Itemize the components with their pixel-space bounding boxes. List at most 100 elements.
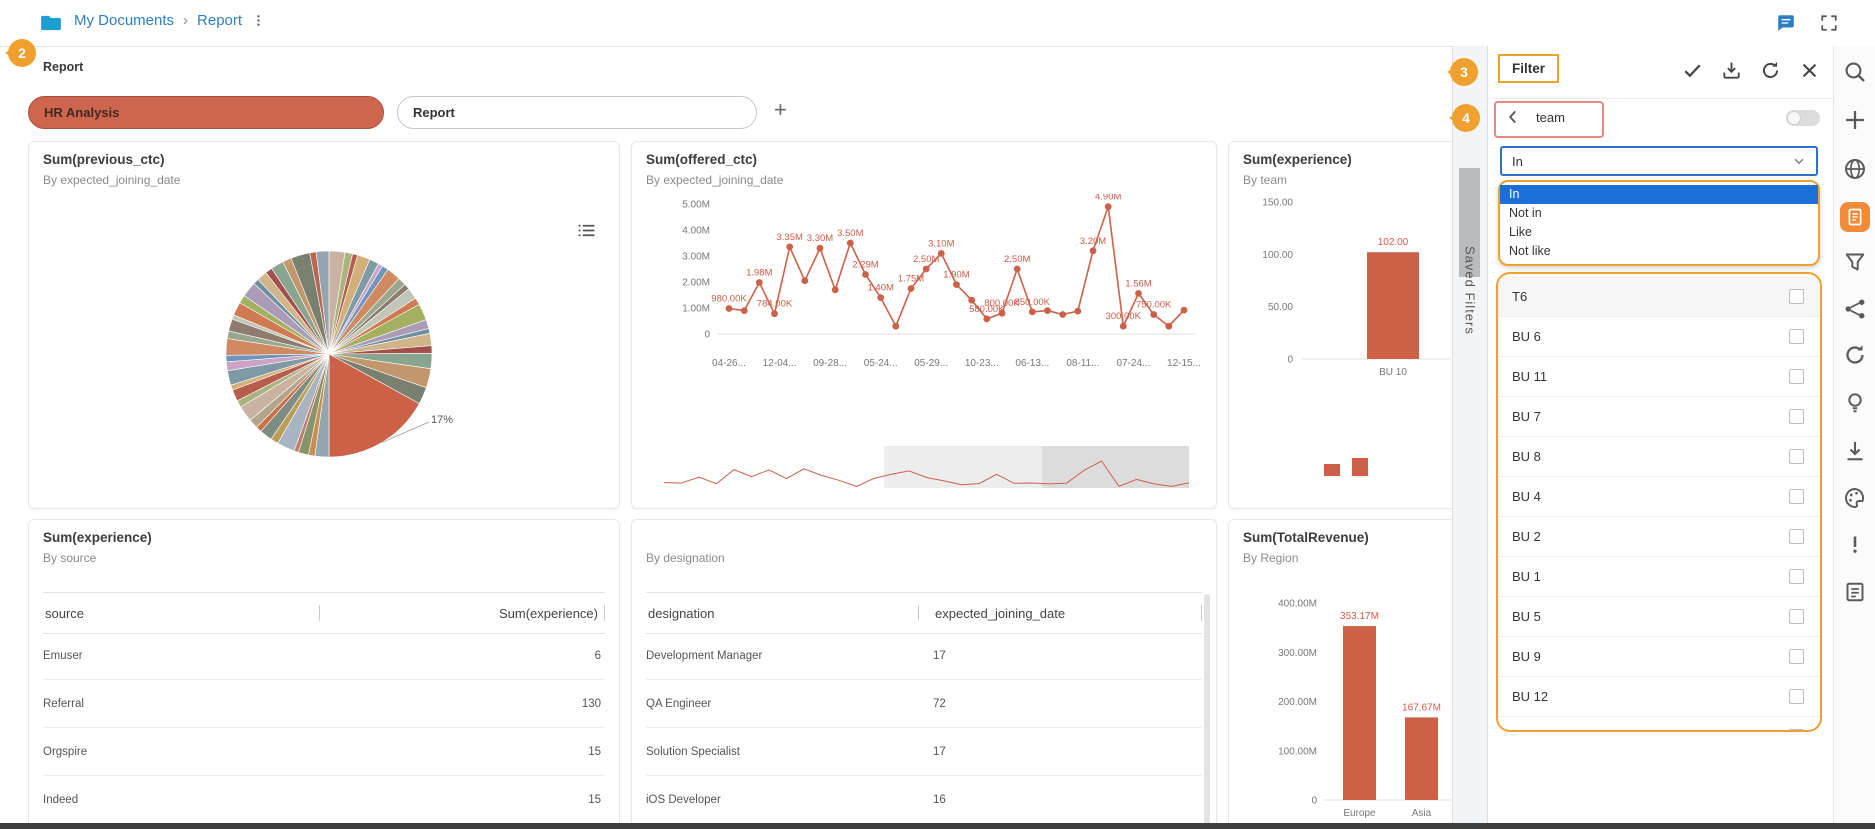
explore-icon[interactable] bbox=[1843, 157, 1867, 181]
operator-option[interactable]: Not like bbox=[1500, 242, 1818, 261]
bar-chart: 400.00M300.00M200.00M100.00M0353.17MEuro… bbox=[1229, 536, 1451, 829]
checkbox[interactable] bbox=[1789, 729, 1804, 732]
breadcrumb-separator: › bbox=[183, 12, 188, 29]
checkbox[interactable] bbox=[1789, 609, 1804, 624]
breadcrumb-report[interactable]: Report bbox=[197, 12, 242, 29]
filter-value-label: T6 bbox=[1512, 289, 1527, 304]
table-row: Solution Specialist17 bbox=[646, 728, 1202, 776]
comments-icon[interactable] bbox=[1843, 580, 1867, 604]
filter-value-row[interactable]: BU 8 bbox=[1498, 437, 1820, 477]
checkbox[interactable] bbox=[1789, 409, 1804, 424]
chart-range-scrollbar[interactable] bbox=[644, 442, 1206, 494]
checkbox[interactable] bbox=[1789, 689, 1804, 704]
filter-toggle[interactable] bbox=[1786, 110, 1820, 126]
filter-value-row[interactable]: BU 4 bbox=[1498, 477, 1820, 517]
svg-text:3.00M: 3.00M bbox=[682, 252, 710, 263]
filter-panel-actions bbox=[1682, 60, 1820, 81]
svg-text:2.50M: 2.50M bbox=[1004, 254, 1030, 265]
checkbox[interactable] bbox=[1789, 449, 1804, 464]
top-bar: My Documents › Report bbox=[0, 0, 1875, 47]
table-scrollbar[interactable] bbox=[1204, 594, 1210, 829]
checkbox[interactable] bbox=[1789, 649, 1804, 664]
alerts-icon[interactable] bbox=[1843, 532, 1867, 556]
more-options-icon[interactable] bbox=[251, 13, 266, 28]
add-icon[interactable] bbox=[1843, 108, 1867, 132]
card-title: Sum(offered_ctc) bbox=[646, 152, 757, 167]
breadcrumb-my-documents[interactable]: My Documents bbox=[74, 12, 174, 29]
filter-value-row[interactable]: BU 6 bbox=[1498, 317, 1820, 357]
card-title: Sum(experience) bbox=[43, 530, 152, 545]
export-icon[interactable] bbox=[1843, 439, 1867, 463]
svg-text:12-04...: 12-04... bbox=[763, 358, 797, 369]
filter-value-row[interactable]: BU 7 bbox=[1498, 397, 1820, 437]
legend-list-icon[interactable] bbox=[577, 222, 597, 239]
theme-icon[interactable] bbox=[1843, 486, 1867, 510]
confirm-icon[interactable] bbox=[1682, 60, 1703, 81]
card-subtitle: By expected_joining_date bbox=[646, 173, 783, 187]
column-header-source: source bbox=[43, 606, 319, 621]
svg-text:4.00M: 4.00M bbox=[682, 226, 710, 237]
checkbox[interactable] bbox=[1789, 369, 1804, 384]
annotation-badge-2: 2 bbox=[8, 39, 36, 67]
save-icon[interactable] bbox=[1721, 60, 1742, 81]
card-by-designation-table: By designation designation expected_join… bbox=[631, 519, 1217, 829]
folder-icon bbox=[40, 14, 62, 32]
checkbox[interactable] bbox=[1789, 569, 1804, 584]
filter-value-label: BU 5 bbox=[1512, 609, 1541, 624]
svg-text:50.00: 50.00 bbox=[1268, 302, 1293, 313]
svg-text:784.00K: 784.00K bbox=[757, 299, 793, 310]
tab-report[interactable]: Report bbox=[397, 96, 757, 129]
report-icon[interactable] bbox=[1840, 202, 1870, 232]
filter-value-row[interactable]: BU 2 bbox=[1498, 517, 1820, 557]
svg-text:1.40M: 1.40M bbox=[867, 283, 893, 294]
operator-option[interactable]: Not in bbox=[1500, 204, 1818, 223]
filter-value-row[interactable]: BU 12 bbox=[1498, 677, 1820, 717]
svg-text:05-29...: 05-29... bbox=[914, 358, 948, 369]
operator-select[interactable]: In bbox=[1500, 146, 1818, 176]
svg-text:167.67M: 167.67M bbox=[1402, 702, 1441, 713]
checkbox[interactable] bbox=[1789, 289, 1804, 304]
filter-value-row[interactable]: BU 11 bbox=[1498, 357, 1820, 397]
filter-panel-header: Filter bbox=[1488, 46, 1833, 99]
card-title: Sum(experience) bbox=[1243, 152, 1352, 167]
table-row: QA Engineer72 bbox=[646, 680, 1202, 728]
checkbox[interactable] bbox=[1789, 329, 1804, 344]
tab-hr-analysis[interactable]: HR Analysis bbox=[28, 96, 384, 129]
add-tab-button[interactable]: + bbox=[774, 97, 787, 123]
share-icon[interactable] bbox=[1843, 297, 1867, 321]
checkbox[interactable] bbox=[1789, 489, 1804, 504]
svg-text:1.56M: 1.56M bbox=[1125, 278, 1151, 289]
filter-value-label: BU 7 bbox=[1512, 409, 1541, 424]
insights-icon[interactable] bbox=[1843, 391, 1867, 415]
refresh-icon[interactable] bbox=[1760, 60, 1781, 81]
search-icon[interactable] bbox=[1843, 60, 1867, 84]
annotation-badge-4: 4 bbox=[1452, 104, 1480, 132]
operator-option[interactable]: Like bbox=[1500, 223, 1818, 242]
checkbox[interactable] bbox=[1789, 529, 1804, 544]
table-row: Referral130 bbox=[43, 680, 605, 728]
card-subtitle: By source bbox=[43, 551, 96, 565]
filter-value-row[interactable]: BU 13 bbox=[1498, 717, 1820, 732]
filter-value-row[interactable]: BU 9 bbox=[1498, 637, 1820, 677]
operator-option[interactable]: In bbox=[1500, 185, 1818, 204]
close-icon[interactable] bbox=[1799, 60, 1820, 81]
column-header-expected-joining-date: expected_joining_date bbox=[919, 606, 1201, 621]
comments-icon[interactable] bbox=[1776, 13, 1796, 33]
svg-text:0: 0 bbox=[1287, 355, 1293, 366]
svg-text:05-24...: 05-24... bbox=[864, 358, 898, 369]
side-icon-rail bbox=[1833, 46, 1875, 829]
saved-filters-tab[interactable]: Saved Filters bbox=[1452, 46, 1488, 829]
svg-text:09-28...: 09-28... bbox=[813, 358, 847, 369]
svg-text:0: 0 bbox=[704, 330, 710, 341]
filter-value-label: BU 11 bbox=[1512, 369, 1547, 384]
table-row: Emuser6 bbox=[43, 632, 605, 680]
sync-icon[interactable] bbox=[1843, 343, 1867, 367]
card-experience-by-source-table: Sum(experience) By source source Sum(exp… bbox=[28, 519, 620, 829]
filter-icon[interactable] bbox=[1843, 250, 1867, 274]
filter-value-row[interactable]: BU 5 bbox=[1498, 597, 1820, 637]
fullscreen-icon[interactable] bbox=[1820, 14, 1838, 32]
filter-value-row[interactable]: T6 bbox=[1498, 277, 1820, 317]
filter-value-row[interactable]: BU 1 bbox=[1498, 557, 1820, 597]
column-header-designation: designation bbox=[646, 606, 918, 621]
table-header: designation expected_joining_date bbox=[646, 592, 1202, 634]
